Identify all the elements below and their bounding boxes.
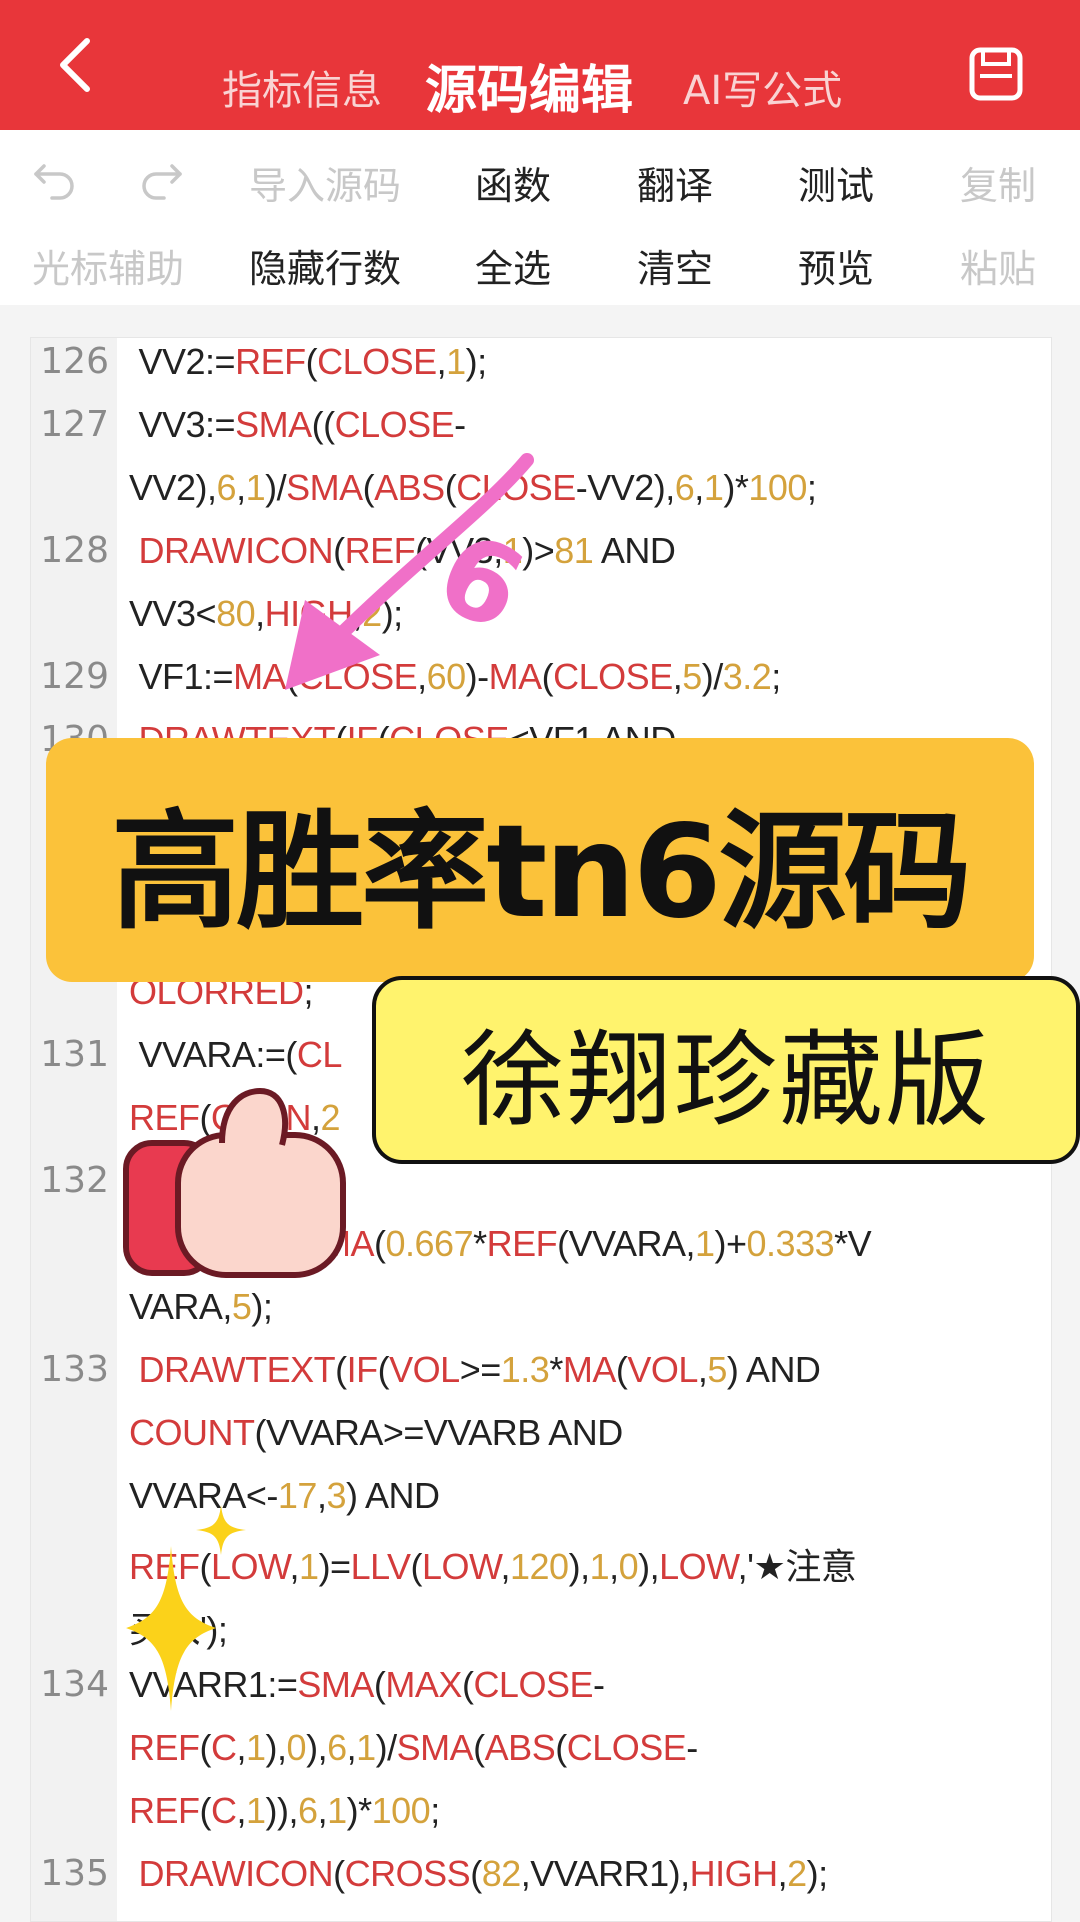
tab-source-edit[interactable]: 源码编辑 [425,48,633,123]
code-line: COUNT(VVARA>=VVARB AND [129,1412,623,1453]
back-button[interactable] [45,35,105,95]
translate-button[interactable]: 翻译 [637,155,713,210]
line-number: 135 [40,1853,109,1894]
sparkle-icon [126,1546,216,1711]
select-all-button[interactable]: 全选 [475,238,551,293]
line-number: 129 [40,656,109,697]
function-button[interactable]: 函数 [475,155,551,210]
code-line: VVARA<-17,3) AND [129,1475,440,1516]
line-number: 126 [40,341,109,382]
line-number: 132 [40,1160,109,1201]
code-line: REF(C,1)),6,1)*100; [129,1790,440,1831]
save-icon[interactable] [968,46,1024,102]
code-line: DRAWICON(CROSS(82,VVARR1),HIGH,2); [138,1853,829,1894]
preview-button[interactable]: 预览 [798,238,874,293]
code-line: VV2:=REF(CLOSE,1); [129,341,488,382]
pink-arrow-sticker: 6 [285,453,542,690]
chevron-left-icon [60,38,90,92]
code-line: MA(0.667*REF(VVARA,1)+0.333*V [321,1223,872,1264]
line-number: 128 [40,530,109,571]
subtitle-text: 徐翔珍藏版 [460,1018,991,1141]
top-bar: 指标信息 源码编辑 AI写公式 [0,0,1080,130]
tab-ai-formula[interactable]: AI写公式 [683,58,842,116]
line-number: 131 [40,1034,109,1075]
paste-button[interactable]: 粘贴 [960,238,1036,293]
line-number: 134 [40,1664,109,1705]
redo-icon[interactable] [138,152,186,200]
arrow-label: 6 [419,508,542,656]
code-line: VVARA:=(CL [129,1034,343,1075]
import-source-button[interactable]: 导入源码 [249,155,401,210]
line-number: 133 [40,1349,109,1390]
clear-button[interactable]: 清空 [637,238,713,293]
code-line: VV3:=SMA((CLOSE- [129,404,467,445]
thumbs-up-sticker [123,1087,346,1278]
test-button[interactable]: 测试 [798,155,874,210]
line-number: 127 [40,404,109,445]
code-line: REF(C,1),0),6,1)/SMA(ABS(CLOSE- [129,1727,698,1768]
subtitle-banner: 徐翔珍藏版 [372,976,1080,1164]
undo-icon[interactable] [30,152,78,200]
copy-button[interactable]: 复制 [960,155,1036,210]
headline-text: 高胜率tn6源码 [111,797,971,947]
tab-indicator-info[interactable]: 指标信息 [222,58,382,116]
hide-line-numbers-button[interactable]: 隐藏行数 [249,238,401,293]
headline-banner: 高胜率tn6源码 [46,738,1034,982]
code-line: DRAWTEXT(IF(VOL>=1.3*MA(VOL,5) AND [138,1349,821,1390]
cursor-assist-button[interactable]: 光标辅助 [32,238,184,293]
code-line: VARA,5); [129,1286,273,1327]
editor-toolbar: 导入源码 函数 翻译 测试 复制 光标辅助 隐藏行数 全选 清空 预览 粘贴 [0,130,1080,305]
